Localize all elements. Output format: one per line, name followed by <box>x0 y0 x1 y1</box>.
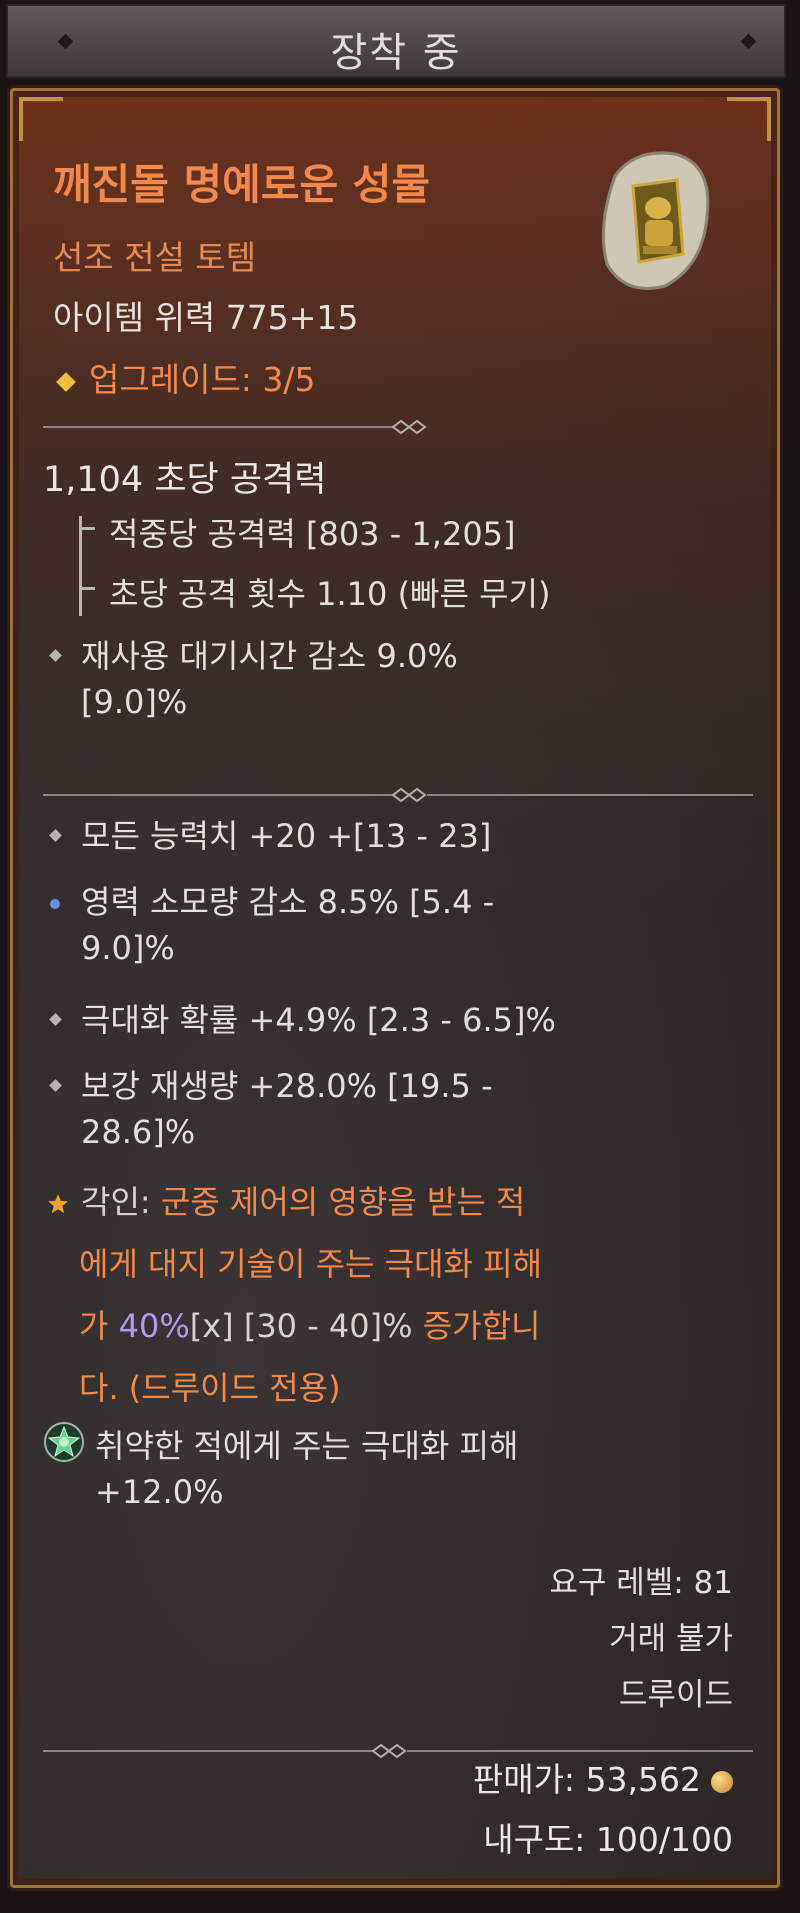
affix-bullet-icon <box>49 1079 62 1092</box>
sell-price: 판매가: 53,562 <box>473 1753 733 1801</box>
frame-corner <box>727 97 771 141</box>
equipped-header: 장착 중 <box>6 4 786 78</box>
damage-per-hit: 적중당 공격력 [803 - 1,205] <box>109 515 516 553</box>
socket-effect: 취약한 적에게 주는 극대화 피해 <box>95 1427 519 1465</box>
equipped-title: 장착 중 <box>330 30 462 76</box>
required-level: 요구 레벨: 81 <box>549 1565 733 1601</box>
gem-socket-icon[interactable] <box>43 1421 85 1463</box>
affix-fortify-regen: 보강 재생량 +28.0% [19.5 - <box>81 1067 493 1105</box>
section-divider <box>43 787 753 803</box>
aspect-line-2: 에게 대지 기술이 주는 극대화 피해 <box>79 1245 543 1283</box>
class-requirement: 드루이드 <box>618 1677 733 1713</box>
aspect-line-4: 다. (드루이드 전용) <box>79 1369 341 1407</box>
trade-status: 거래 불가 <box>609 1621 733 1657</box>
aspect-value: 40% <box>118 1307 190 1345</box>
frame-corner <box>19 97 63 141</box>
totem-icon <box>601 151 710 290</box>
section-divider <box>43 419 427 435</box>
affix-tempered-icon <box>50 899 60 909</box>
affix-spirit-cost: 영력 소모량 감소 8.5% [5.4 - <box>81 883 495 921</box>
item-power: 아이템 위력 775+15 <box>53 298 359 337</box>
dps-value: 1,104 초당 공격력 <box>43 460 327 500</box>
aspect-star-icon <box>48 1194 68 1214</box>
cooldown-reduction: 재사용 대기시간 감소 9.0% <box>81 637 458 675</box>
stat-bracket <box>79 516 82 616</box>
cooldown-reduction-range: [9.0]% <box>81 683 188 721</box>
stat-bullet-icon <box>49 649 62 662</box>
item-name: 깨진돌 명예로운 성물 <box>53 160 431 209</box>
attacks-per-second: 초당 공격 횟수 1.10 (빠른 무기) <box>109 575 551 613</box>
affix-bullet-icon <box>49 1013 62 1026</box>
item-type: 선조 전설 토템 <box>53 238 257 277</box>
affix-all-stats: 모든 능력치 +20 +[13 - 23] <box>81 817 492 855</box>
socket-effect-value: +12.0% <box>95 1473 224 1511</box>
affix-bullet-icon <box>49 829 62 842</box>
affix-crit-chance: 극대화 확률 +4.9% [2.3 - 6.5]% <box>81 1001 556 1039</box>
upgrade-count: 업그레이드: 3/5 <box>53 353 316 401</box>
aspect-line-3: 가 40%[x] [30 - 40]% 증가합니 <box>79 1307 541 1345</box>
gold-coin-icon <box>711 1770 733 1793</box>
affix-spirit-cost-range: 9.0]% <box>81 929 175 967</box>
upgrade-diamond-icon <box>56 371 76 392</box>
affix-fortify-regen-range: 28.6]% <box>81 1113 196 1151</box>
item-tooltip: 깨진돌 명예로운 성물 선조 전설 토템 아이템 위력 775+15 업그레이드… <box>10 88 780 1888</box>
durability: 내구도: 100/100 <box>483 1820 733 1859</box>
aspect-line-1: 각인: 군중 제어의 영향을 받는 적 <box>81 1183 526 1221</box>
